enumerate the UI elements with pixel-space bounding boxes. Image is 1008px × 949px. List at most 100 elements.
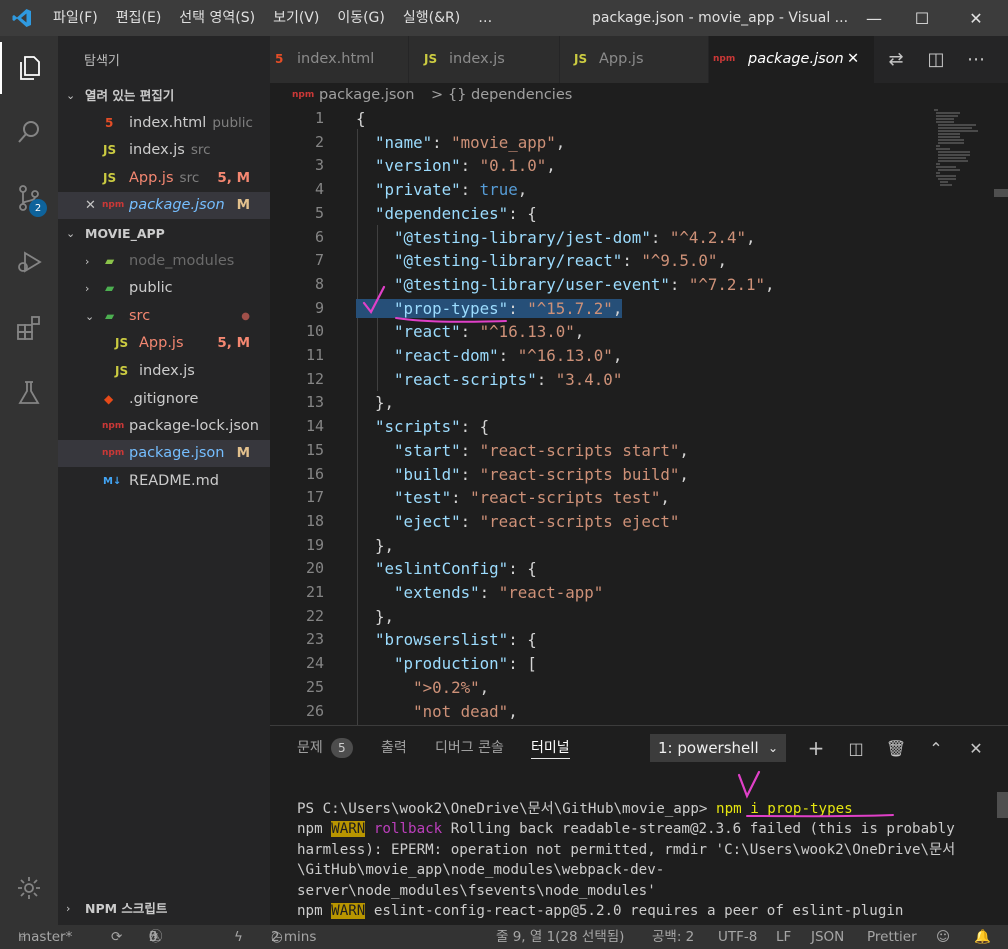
- tab-problems[interactable]: 문제 5: [297, 738, 353, 758]
- code-line: "production": [: [356, 654, 537, 673]
- language-status[interactable]: JSON: [811, 925, 844, 949]
- split-editor-icon[interactable]: ◫: [920, 36, 952, 83]
- menu-selection[interactable]: 선택 영역(S): [170, 0, 264, 36]
- open-editors-header[interactable]: ⌄ 열려 있는 편집기: [58, 82, 270, 109]
- sync-icon[interactable]: ⟳: [111, 925, 122, 949]
- extensions-icon[interactable]: [0, 302, 58, 354]
- title-bar: 파일(F) 편집(E) 선택 영역(S) 보기(V) 이동(G) 실행(&R) …: [0, 0, 1008, 36]
- new-terminal-icon[interactable]: +: [802, 734, 830, 762]
- project-header[interactable]: ⌄ MOVIE_APP: [58, 220, 270, 247]
- compare-changes-icon[interactable]: ⇄: [880, 36, 912, 83]
- tab-debug-console[interactable]: 디버그 콘솔: [435, 738, 504, 758]
- split-terminal-icon[interactable]: ◫: [842, 734, 870, 762]
- tree-item[interactable]: JS index.js: [58, 358, 270, 385]
- more-actions-icon[interactable]: ⋯: [960, 36, 992, 83]
- terminal-scrollbar[interactable]: [997, 792, 1008, 818]
- feedback-icon[interactable]: ☺: [936, 925, 950, 949]
- run-debug-icon[interactable]: [0, 236, 58, 288]
- tree-item[interactable]: ⌄ ▰ src ●: [58, 303, 270, 330]
- file-name: package.json: [129, 445, 225, 461]
- terminal-output[interactable]: PS C:\Users\wook2\OneDrive\문서\GitHub\mov…: [297, 799, 987, 921]
- encoding-status[interactable]: UTF-8: [718, 925, 757, 949]
- bell-icon[interactable]: 🔔: [974, 925, 991, 949]
- tab-package-json[interactable]: npm package.json ✕: [709, 36, 874, 83]
- source-control-icon[interactable]: 2: [0, 172, 58, 224]
- close-tab-icon[interactable]: ✕: [847, 36, 859, 83]
- open-editor-item[interactable]: JS App.js src 5, M: [58, 165, 270, 192]
- maximize-button[interactable]: ☐: [899, 0, 945, 36]
- code-token: "@testing-library/jest-dom": [394, 227, 651, 247]
- tab-label: App.js: [599, 51, 644, 67]
- tab-app-js[interactable]: JS App.js: [560, 36, 708, 83]
- explorer-sidebar: 탐색기 ⌄ 열려 있는 편집기 5 index.html public JS in…: [58, 36, 270, 925]
- line-number: 26: [305, 701, 324, 720]
- code-token: },: [356, 393, 395, 413]
- open-editor-item[interactable]: JS index.js src: [58, 137, 270, 164]
- testing-icon[interactable]: [0, 367, 58, 419]
- code-editor[interactable]: 1 {2 "name": "movie_app", 3 "version": "0.…: [270, 107, 1008, 725]
- chevron-down-icon: ⌄: [767, 741, 778, 755]
- search-icon[interactable]: [0, 106, 58, 158]
- code-token: :: [460, 440, 480, 460]
- vscode-logo-icon[interactable]: [0, 0, 44, 36]
- code-line: "browserslist": {: [356, 630, 537, 649]
- code-token: ,: [612, 298, 623, 318]
- code-token: : {: [460, 417, 490, 437]
- problems-count-badge: 5: [330, 738, 353, 758]
- code-token: ,: [555, 132, 566, 152]
- close-panel-icon[interactable]: ✕: [962, 734, 990, 762]
- cursor-position[interactable]: 줄 9, 열 1(28 선택됨): [496, 925, 624, 949]
- menu-file[interactable]: 파일(F): [44, 0, 107, 36]
- code-token: :: [460, 511, 480, 531]
- menu-more[interactable]: …: [469, 0, 501, 36]
- minimap[interactable]: [930, 107, 990, 207]
- line-number: 12: [305, 369, 324, 388]
- menu-view[interactable]: 보기(V): [264, 0, 328, 36]
- tree-item[interactable]: npm package-lock.json: [58, 413, 270, 440]
- tab-terminal[interactable]: 터미널: [531, 738, 570, 759]
- line-number: 3: [314, 156, 324, 175]
- tree-item[interactable]: npm package.json M: [58, 440, 270, 467]
- tab-output[interactable]: 출력: [381, 738, 407, 758]
- tree-item[interactable]: JS App.js 5, M: [58, 330, 270, 357]
- trash-icon[interactable]: 🗑: [882, 734, 910, 762]
- close-icon[interactable]: ✕: [85, 192, 96, 219]
- code-token: ,: [717, 251, 727, 271]
- code-token: : {: [508, 630, 537, 650]
- maximize-panel-icon[interactable]: ⌃: [922, 734, 950, 762]
- terminal-select[interactable]: 1: powershell ⌄: [650, 734, 786, 762]
- tab-index-js[interactable]: JS index.js: [409, 36, 559, 83]
- open-editor-item[interactable]: ✕ npm package.json M: [58, 192, 270, 219]
- lightning-icon[interactable]: ϟ: [234, 925, 243, 949]
- minimize-button[interactable]: —: [851, 0, 897, 36]
- code-token: ,: [745, 227, 756, 247]
- menu-edit[interactable]: 편집(E): [107, 0, 171, 36]
- tree-item[interactable]: ◆ .gitignore: [58, 386, 270, 413]
- breadcrumb-symbol[interactable]: {} dependencies: [448, 83, 572, 107]
- formatter-status[interactable]: Prettier: [867, 925, 917, 949]
- code-token: :: [669, 274, 689, 294]
- code-token: "0.1.0": [479, 156, 547, 176]
- close-window-button[interactable]: ✕: [953, 0, 999, 36]
- tree-item[interactable]: › ▰ node_modules: [58, 248, 270, 275]
- explorer-icon[interactable]: [0, 42, 58, 94]
- menu-run[interactable]: 실행(&R): [394, 0, 469, 36]
- tab-index-html[interactable]: 5 index.html: [270, 36, 408, 83]
- gear-icon[interactable]: [0, 862, 58, 914]
- line-number: 14: [305, 417, 324, 436]
- npm-scripts-header[interactable]: › NPM 스크립트: [58, 895, 270, 922]
- breadcrumb-file[interactable]: package.json: [319, 83, 414, 107]
- folder-node-icon: ▰: [105, 254, 115, 268]
- tree-item[interactable]: › ▰ public: [58, 275, 270, 302]
- indentation-status[interactable]: 공백: 2: [652, 925, 694, 949]
- open-editor-item[interactable]: 5 index.html public: [58, 110, 270, 137]
- tree-item[interactable]: M↓ README.md: [58, 468, 270, 495]
- menu-go[interactable]: 이동(G): [328, 0, 394, 36]
- code-token: "movie_app": [451, 132, 556, 152]
- editor-scrollbar[interactable]: [994, 189, 1008, 197]
- eol-status[interactable]: LF: [776, 925, 791, 949]
